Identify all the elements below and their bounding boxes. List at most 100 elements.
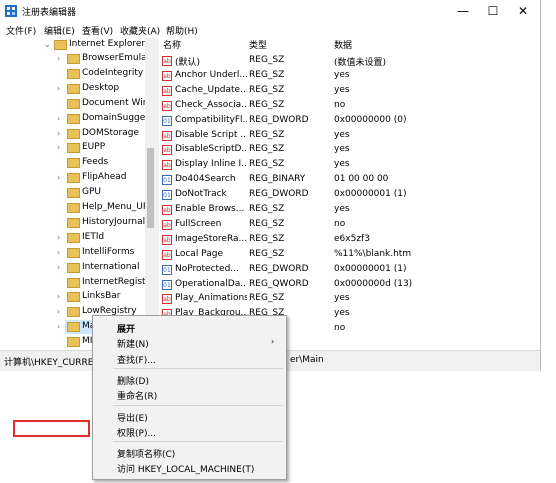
- cell-type: REG_SZ: [249, 69, 285, 80]
- table-row[interactable]: ab Cache_Update... REG_SZ yes: [159, 84, 540, 98]
- tree-item[interactable]: › International: [0, 261, 156, 275]
- context-menu-item[interactable]: 导出(E): [93, 409, 286, 424]
- chevron-right-icon[interactable]: ›: [57, 84, 60, 93]
- context-menu-item[interactable]: 权限(P)...: [93, 424, 286, 439]
- title-bar: 注册表编辑器 — ☐ ✕: [0, 0, 540, 22]
- column-header-type[interactable]: 类型: [249, 38, 267, 52]
- cell-type: REG_SZ: [249, 293, 285, 304]
- tree-item[interactable]: › IntelliForms: [0, 246, 156, 260]
- tree-item[interactable]: › IETld: [0, 231, 156, 245]
- tree-item-label: DOMStorage: [82, 127, 139, 138]
- tree-item-label: IETld: [82, 231, 105, 242]
- tree-item[interactable]: Document Win: [0, 97, 156, 111]
- context-menu-item[interactable]: 删除(D): [93, 372, 286, 387]
- chevron-right-icon[interactable]: ›: [57, 173, 60, 182]
- maximize-button[interactable]: ☐: [478, 0, 508, 22]
- chevron-right-icon[interactable]: ›: [57, 248, 60, 257]
- chevron-right-icon[interactable]: ›: [57, 54, 60, 63]
- tree-item[interactable]: HistoryJournalC: [0, 216, 156, 230]
- string-value-icon: ab: [162, 70, 172, 81]
- table-row[interactable]: 01 CompatibilityFl... REG_DWORD 0x00000000 …: [159, 114, 540, 128]
- tree-item[interactable]: › EUPP: [0, 141, 156, 155]
- close-button[interactable]: ✕: [508, 0, 538, 22]
- context-menu-item[interactable]: 展开: [93, 320, 286, 335]
- table-row[interactable]: ab Enable Brows... REG_SZ yes: [159, 203, 540, 217]
- chevron-right-icon[interactable]: ›: [57, 263, 60, 272]
- folder-icon: [67, 83, 80, 94]
- tree-item-label: LinksBar: [82, 291, 121, 302]
- context-menu-item[interactable]: 查找(F)...: [93, 351, 286, 366]
- chevron-right-icon[interactable]: ›: [57, 233, 60, 242]
- folder-icon: [67, 337, 80, 348]
- table-row[interactable]: ab ImageStoreRa... REG_SZ e6x5zf3: [159, 233, 540, 247]
- table-row[interactable]: ab Disable Script ... REG_SZ yes: [159, 129, 540, 143]
- cell-data: yes: [334, 308, 350, 319]
- tree-item[interactable]: Feeds: [0, 156, 156, 170]
- tree-item[interactable]: › BrowserEmulat: [0, 52, 156, 66]
- binary-value-icon: 01: [162, 279, 172, 290]
- menu-edit[interactable]: 编辑(E): [44, 24, 75, 37]
- string-value-icon: ab: [162, 249, 172, 260]
- table-row[interactable]: ab Anchor Underl... REG_SZ yes: [159, 69, 540, 83]
- tree-scrollbar-thumb[interactable]: [147, 148, 154, 228]
- context-menu-label: 权限(P)...: [117, 428, 157, 439]
- tree-item[interactable]: CodeIntegrity: [0, 67, 156, 81]
- tree-item-internet-explorer[interactable]: ⌄ Internet Explorer: [0, 38, 156, 52]
- table-row[interactable]: 01 Do404Search REG_BINARY 01 00 00 00: [159, 173, 540, 187]
- regedit-app-icon: [5, 5, 17, 17]
- tree-scrollbar[interactable]: [145, 38, 156, 348]
- column-header-name[interactable]: 名称: [163, 38, 181, 52]
- cell-data: 0x00000001 (1): [334, 189, 407, 200]
- cell-data: no: [334, 99, 346, 110]
- string-value-icon: ab: [162, 294, 172, 305]
- chevron-right-icon[interactable]: ›: [57, 322, 60, 331]
- cell-type: REG_SZ: [249, 55, 285, 65]
- submenu-arrow-icon: ›: [271, 337, 275, 347]
- table-row[interactable]: ab Play_Animations REG_SZ yes: [159, 292, 540, 306]
- context-menu-item[interactable]: 访问 HKEY_LOCAL_MACHINE(T): [93, 460, 286, 475]
- tree-item[interactable]: Help_Menu_UR: [0, 201, 156, 215]
- tree-item[interactable]: › DOMStorage: [0, 127, 156, 141]
- context-menu-item[interactable]: 复制项名称(C): [93, 445, 286, 460]
- menu-separator: [113, 367, 283, 369]
- string-value-icon: ab: [162, 85, 172, 96]
- context-menu-label: 访问 HKEY_LOCAL_MACHINE(T): [117, 465, 255, 476]
- context-menu-item[interactable]: 重命名(R): [93, 387, 286, 402]
- tree-item[interactable]: › LinksBar: [0, 290, 156, 304]
- cell-type: REG_SZ: [249, 99, 285, 110]
- table-row[interactable]: 01 OperationalDa... REG_QWORD 0x0000000d (1…: [159, 278, 540, 292]
- menu-help[interactable]: 帮助(H): [166, 24, 198, 37]
- tree-item[interactable]: › FlipAhead: [0, 171, 156, 185]
- table-row[interactable]: ab (默认) REG_SZ (数值未设置): [159, 54, 540, 68]
- tree-item[interactable]: InternetRegistr: [0, 276, 156, 290]
- table-row[interactable]: ab Local Page REG_SZ %11%\blank.htm: [159, 248, 540, 262]
- table-row[interactable]: ab Display Inline I... REG_SZ yes: [159, 158, 540, 172]
- chevron-right-icon[interactable]: ›: [57, 292, 60, 301]
- table-row[interactable]: ab FullScreen REG_SZ no: [159, 218, 540, 232]
- cell-type: REG_DWORD: [249, 263, 309, 274]
- chevron-right-icon[interactable]: ›: [57, 114, 60, 123]
- menu-file[interactable]: 文件(F): [6, 24, 36, 37]
- table-row[interactable]: ab DisableScriptD... REG_SZ yes: [159, 143, 540, 157]
- tree-item[interactable]: › Desktop: [0, 82, 156, 96]
- minimize-button[interactable]: —: [448, 0, 478, 22]
- tree-item[interactable]: › DomainSugges: [0, 112, 156, 126]
- table-row[interactable]: 01 NoProtected... REG_DWORD 0x00000001 (1): [159, 263, 540, 277]
- cell-data: 01 00 00 00: [334, 174, 389, 185]
- chevron-right-icon[interactable]: ›: [57, 143, 60, 152]
- menu-view[interactable]: 查看(V): [82, 24, 113, 37]
- tree-item-label: Feeds: [82, 157, 109, 168]
- chevron-down-icon[interactable]: ⌄: [44, 40, 51, 49]
- table-row[interactable]: 01 DoNotTrack REG_DWORD 0x00000001 (1): [159, 188, 540, 202]
- registry-tree[interactable]: ⌄ Internet Explorer › BrowserEmulat CodeIn…: [0, 38, 156, 348]
- chevron-right-icon[interactable]: ›: [57, 307, 60, 316]
- column-header-data[interactable]: 数据: [334, 38, 352, 52]
- table-row[interactable]: ab Check_Associa... REG_SZ no: [159, 99, 540, 113]
- context-menu-item[interactable]: 新建(N) ›: [93, 335, 286, 350]
- menu-favorites[interactable]: 收藏夹(A): [120, 24, 160, 37]
- chevron-right-icon[interactable]: ›: [57, 129, 60, 138]
- value-list[interactable]: 名称 类型 数据 ab (默认) REG_SZ (数值未设置) ab Anchor Und…: [159, 38, 540, 348]
- string-value-icon: ab: [162, 205, 172, 215]
- tree-item[interactable]: GPU: [0, 186, 156, 200]
- cell-name: OperationalDa...: [175, 278, 247, 289]
